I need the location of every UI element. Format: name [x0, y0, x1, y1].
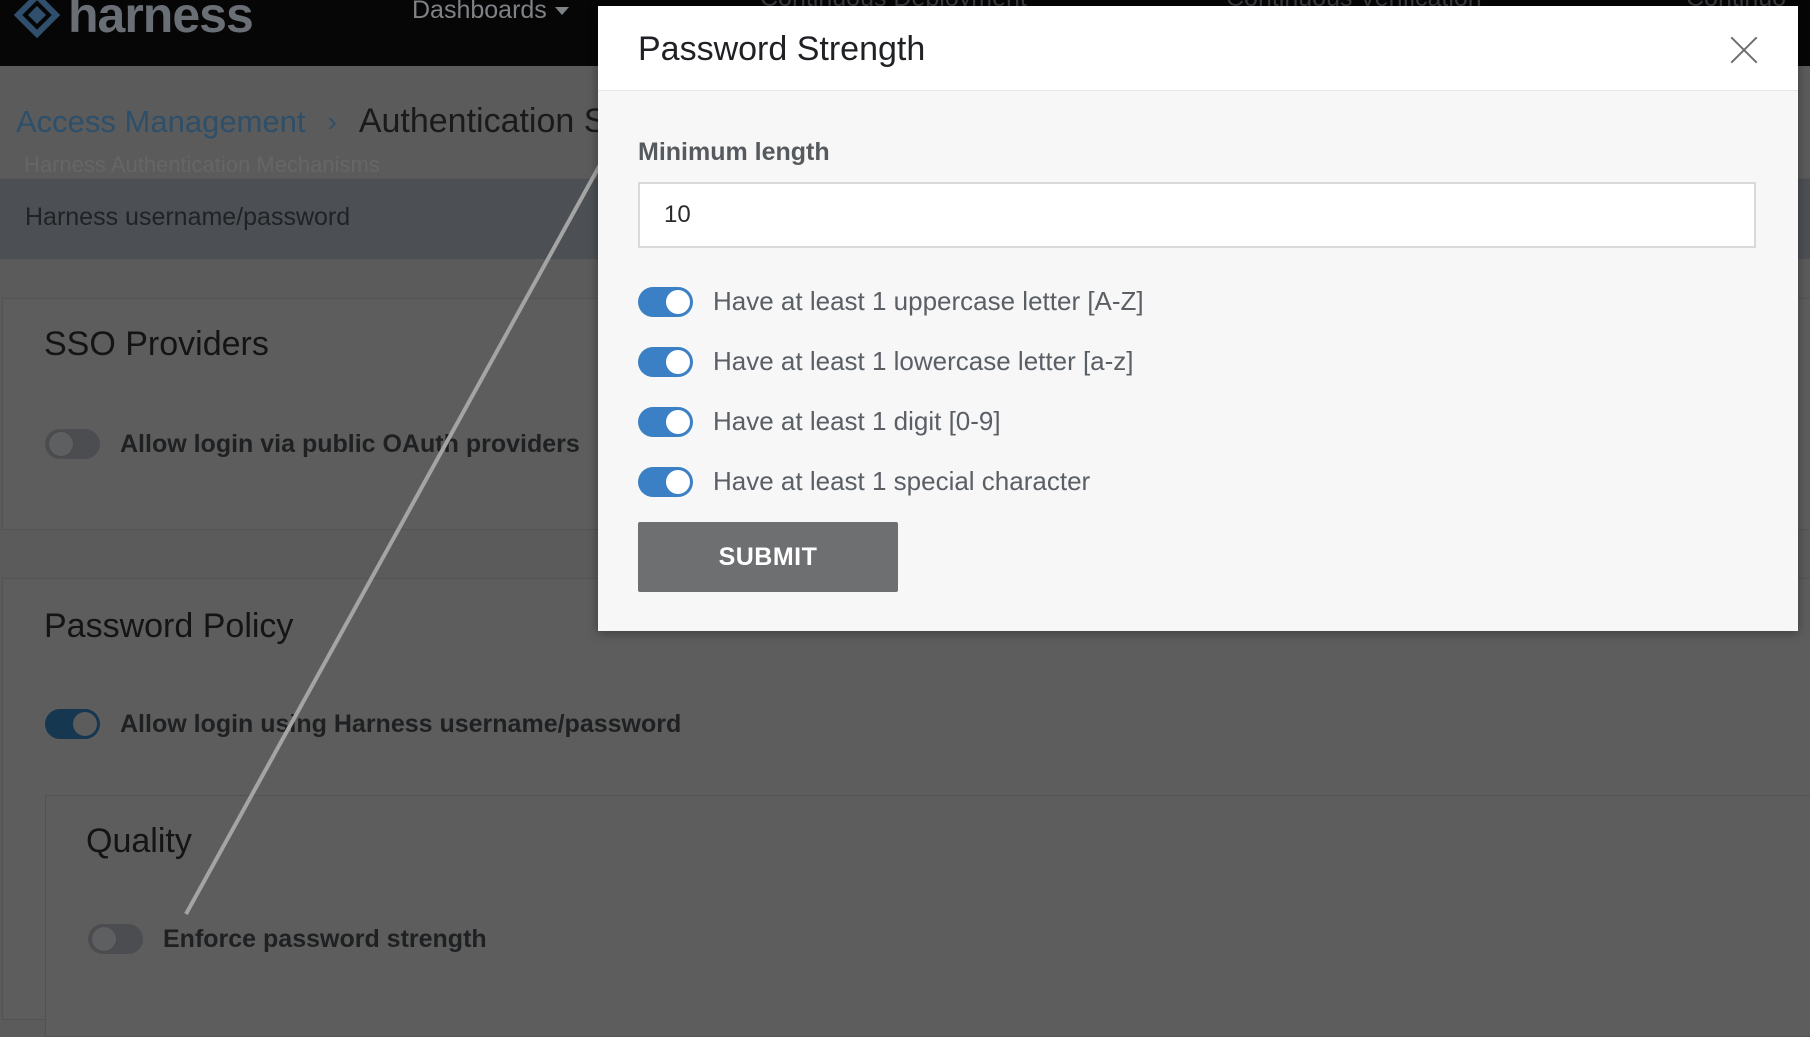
nav-dashboards[interactable]: Dashboards — [412, 0, 569, 25]
rule-special-label: Have at least 1 special character — [713, 466, 1091, 496]
rule-digit-label: Have at least 1 digit [0-9] — [713, 406, 1001, 436]
harness-login-toggle-label: Allow login using Harness username/passw… — [120, 709, 682, 738]
logo-text: harness — [68, 0, 254, 43]
oauth-toggle-row: Allow login via public OAuth providers — [45, 429, 580, 459]
rule-uppercase-toggle[interactable] — [638, 286, 693, 317]
min-length-input[interactable] — [638, 182, 1756, 248]
password-strength-modal: Password Strength Minimum length Have at… — [598, 6, 1798, 631]
harness-logo-icon — [13, 0, 61, 39]
toggle-knob — [73, 712, 97, 736]
chevron-down-icon — [554, 7, 569, 16]
rule-uppercase-label: Have at least 1 uppercase letter [A-Z] — [713, 286, 1144, 316]
toggle-knob — [48, 431, 74, 457]
login-method-value: Harness username/password — [25, 203, 351, 231]
rule-digit-toggle[interactable] — [638, 406, 693, 437]
oauth-toggle-label: Allow login via public OAuth providers — [120, 429, 580, 458]
breadcrumb-access-management[interactable]: Access Management — [16, 104, 305, 140]
chevron-right-icon: › — [327, 105, 337, 137]
breadcrumb: Access Management › Authentication S — [16, 102, 606, 141]
quality-card: Quality Enforce password strength — [45, 795, 1810, 1037]
password-policy-card: Password Policy Allow login using Harnes… — [2, 578, 1810, 1037]
rule-lowercase-label: Have at least 1 lowercase letter [a-z] — [713, 346, 1134, 376]
toggle-knob — [666, 289, 690, 314]
rule-special-toggle[interactable] — [638, 466, 693, 497]
submit-button[interactable]: SUBMIT — [638, 522, 898, 592]
rule-special-row: Have at least 1 special character — [638, 466, 1090, 497]
breadcrumb-current: Authentication S — [358, 102, 607, 140]
sso-providers-title: SSO Providers — [44, 325, 269, 363]
harness-login-toggle-row: Allow login using Harness username/passw… — [45, 709, 681, 739]
modal-title: Password Strength — [638, 30, 926, 68]
section-subtitle: Harness Authentication Mechanisms — [24, 152, 380, 177]
toggle-knob — [666, 349, 690, 374]
rule-digit-row: Have at least 1 digit [0-9] — [638, 406, 1001, 437]
rule-lowercase-toggle[interactable] — [638, 346, 693, 377]
toggle-knob — [91, 926, 117, 952]
modal-header: Password Strength — [598, 6, 1798, 91]
password-policy-title: Password Policy — [44, 607, 294, 645]
close-icon[interactable] — [1728, 34, 1760, 66]
enforce-strength-toggle[interactable] — [88, 924, 143, 954]
oauth-toggle[interactable] — [45, 429, 100, 459]
min-length-label: Minimum length — [638, 138, 830, 166]
enforce-strength-label: Enforce password strength — [163, 924, 487, 953]
toggle-knob — [666, 409, 690, 434]
toggle-knob — [666, 469, 690, 494]
nav-dashboards-label: Dashboards — [412, 0, 547, 24]
enforce-strength-row: Enforce password strength — [88, 924, 487, 954]
rule-lowercase-row: Have at least 1 lowercase letter [a-z] — [638, 346, 1134, 377]
rule-uppercase-row: Have at least 1 uppercase letter [A-Z] — [638, 286, 1144, 317]
harness-logo[interactable]: harness — [13, 0, 254, 44]
quality-title: Quality — [86, 822, 192, 860]
harness-login-toggle[interactable] — [45, 709, 100, 739]
